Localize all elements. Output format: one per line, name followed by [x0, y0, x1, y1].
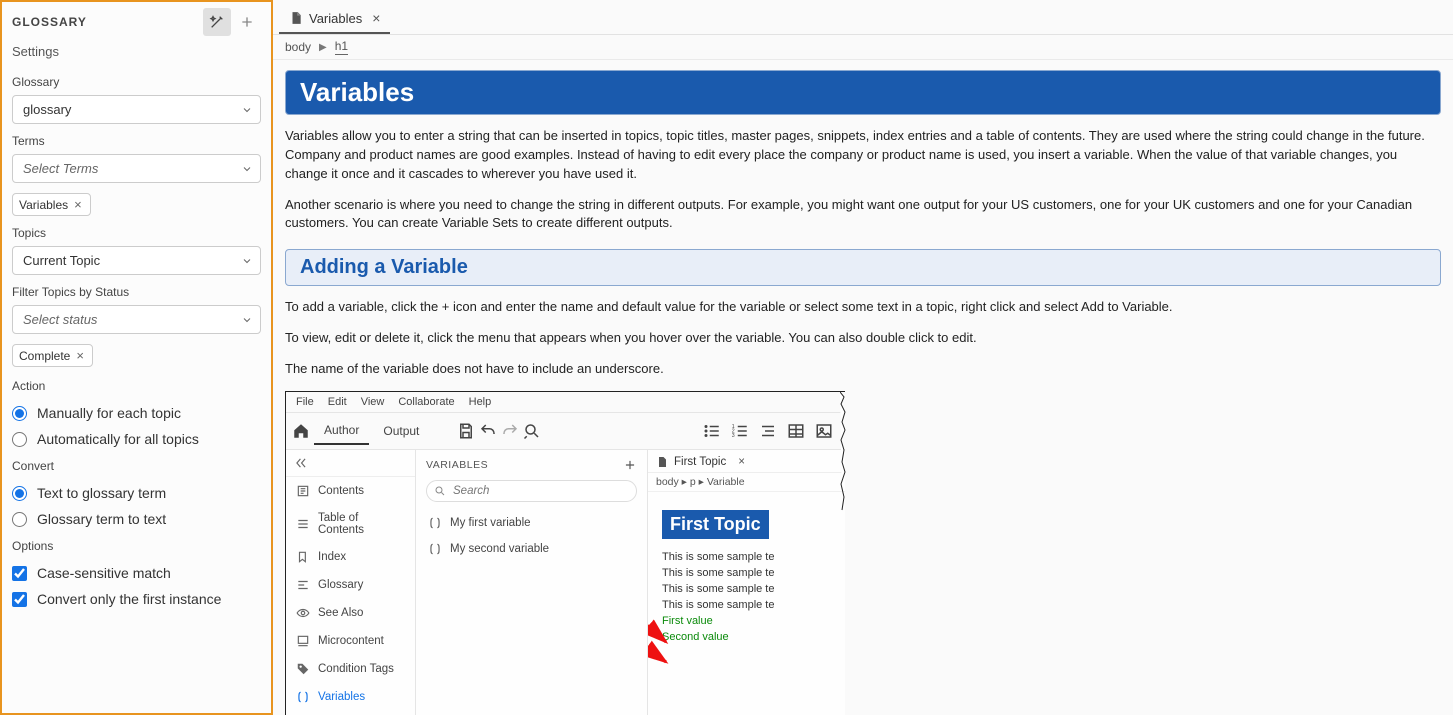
- close-icon: ×: [738, 456, 745, 468]
- status-chip[interactable]: Complete ×: [12, 344, 93, 367]
- doc-p1[interactable]: Variables allow you to enter a string th…: [285, 127, 1441, 184]
- doc-h1[interactable]: Variables: [285, 70, 1441, 115]
- collapse-icon: [294, 456, 308, 470]
- embed-search: [426, 480, 637, 502]
- rail-index: Index: [286, 543, 415, 571]
- document-content: Variables Variables allow you to enter a…: [273, 60, 1453, 715]
- embed-right-tab: First Topic ×: [648, 450, 845, 473]
- save-icon: [457, 422, 475, 440]
- topics-select[interactable]: Current Topic: [12, 246, 261, 275]
- close-icon[interactable]: ×: [372, 10, 380, 26]
- embed-var-1: My first variable: [416, 510, 647, 536]
- embed-tab-output: Output: [373, 418, 429, 444]
- chip-remove-icon[interactable]: ×: [72, 197, 84, 212]
- embed-val1: First value: [662, 615, 835, 627]
- menu-view: View: [361, 396, 385, 408]
- topics-label: Topics: [12, 226, 261, 240]
- menu-help: Help: [469, 396, 492, 408]
- convert-text-radio[interactable]: Text to glossary term: [12, 485, 261, 501]
- embed-doc-line2: This is some sample te: [662, 567, 835, 579]
- embed-doc-line1: This is some sample te: [662, 551, 835, 563]
- add-icon[interactable]: [233, 8, 261, 36]
- embed-var-2: My second variable: [416, 536, 647, 562]
- find-icon: [523, 422, 541, 440]
- action-manual-radio[interactable]: Manually for each topic: [12, 405, 261, 421]
- rail-glossary: Glossary: [286, 571, 415, 599]
- settings-link[interactable]: Settings: [12, 44, 261, 59]
- redo-icon: [501, 422, 519, 440]
- file-icon: [656, 456, 668, 468]
- embed-breadcrumb: body ▸ p ▸ Variable: [648, 473, 845, 492]
- rail-cond: Condition Tags: [286, 655, 415, 683]
- file-icon: [289, 11, 303, 25]
- embed-tab-author: Author: [314, 417, 369, 445]
- image-icon: [815, 422, 833, 440]
- menu-collab: Collaborate: [398, 396, 454, 408]
- terms-label: Terms: [12, 134, 261, 148]
- doc-p5[interactable]: The name of the variable does not have t…: [285, 360, 1441, 379]
- convert-label: Convert: [12, 459, 261, 473]
- rail-micro: Microcontent: [286, 627, 415, 655]
- menu-edit: Edit: [328, 396, 347, 408]
- embed-mid-title: VARIABLES: [426, 459, 488, 471]
- crumb-h1[interactable]: h1: [335, 39, 348, 55]
- terms-select[interactable]: Select Terms: [12, 154, 261, 183]
- status-select[interactable]: Select status: [12, 305, 261, 334]
- embed-menubar: File Edit View Collaborate Help: [286, 392, 845, 413]
- filter-status-label: Filter Topics by Status: [12, 285, 261, 299]
- home-icon: [292, 422, 310, 440]
- doc-p3[interactable]: To add a variable, click the + icon and …: [285, 298, 1441, 317]
- undo-icon: [479, 422, 497, 440]
- convert-gloss-radio[interactable]: Glossary term to text: [12, 511, 261, 527]
- embed-val2: Second value: [662, 631, 835, 643]
- editor-tab-bar: Variables ×: [273, 0, 1453, 35]
- glossary-label: Glossary: [12, 75, 261, 89]
- doc-h2[interactable]: Adding a Variable: [285, 249, 1441, 286]
- rail-vars: Variables: [286, 683, 415, 711]
- torn-edge-icon: [840, 392, 846, 692]
- table-icon: [787, 422, 805, 440]
- breadcrumb: body ▶ h1: [273, 35, 1453, 60]
- glossary-panel: GLOSSARY Settings Glossary glossary Term…: [0, 0, 273, 715]
- embed-doc-h1: First Topic: [662, 510, 769, 539]
- rail-seealso: See Also: [286, 599, 415, 627]
- indent-list-icon: [759, 422, 777, 440]
- svg-text:3: 3: [732, 433, 735, 439]
- chip-remove-icon[interactable]: ×: [74, 348, 86, 363]
- opt-case-check[interactable]: Case-sensitive match: [12, 565, 261, 581]
- rail-toc: Table of Contents: [286, 505, 415, 543]
- terms-chip[interactable]: Variables ×: [12, 193, 91, 216]
- embed-doc-line4: This is some sample te: [662, 599, 835, 611]
- search-icon: [434, 485, 446, 497]
- wand-icon[interactable]: [203, 8, 231, 36]
- opt-first-check[interactable]: Convert only the first instance: [12, 591, 261, 607]
- glossary-select[interactable]: glossary: [12, 95, 261, 124]
- action-auto-radio[interactable]: Automatically for all topics: [12, 431, 261, 447]
- numbered-list-icon: 123: [731, 422, 749, 440]
- options-label: Options: [12, 539, 261, 553]
- embedded-screenshot: File Edit View Collaborate Help Author O…: [285, 391, 845, 715]
- crumb-body[interactable]: body: [285, 40, 311, 54]
- doc-p2[interactable]: Another scenario is where you need to ch…: [285, 196, 1441, 234]
- embed-doc-line3: This is some sample te: [662, 583, 835, 595]
- bullet-list-icon: [703, 422, 721, 440]
- rail-contents: Contents: [286, 477, 415, 505]
- tab-variables[interactable]: Variables ×: [279, 4, 390, 34]
- plus-icon: [623, 458, 637, 472]
- action-label: Action: [12, 379, 261, 393]
- doc-p4[interactable]: To view, edit or delete it, click the me…: [285, 329, 1441, 348]
- panel-title: GLOSSARY: [12, 15, 87, 29]
- breadcrumb-sep-icon: ▶: [319, 42, 327, 53]
- menu-file: File: [296, 396, 314, 408]
